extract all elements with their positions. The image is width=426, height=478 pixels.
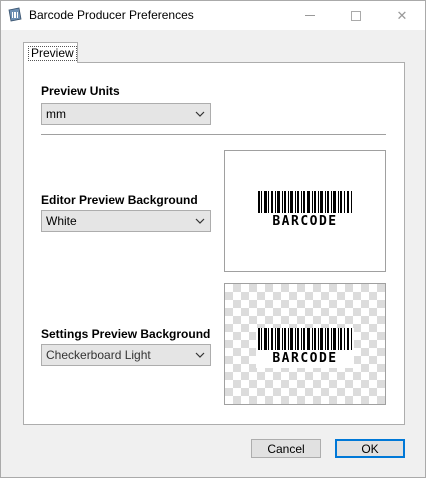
chevron-down-icon bbox=[195, 352, 205, 358]
editor-background-label: Editor Preview Background bbox=[41, 193, 198, 207]
window-title: Barcode Producer Preferences bbox=[29, 8, 194, 22]
cancel-button[interactable]: Cancel bbox=[251, 439, 321, 458]
settings-background-dropdown[interactable]: Checkerboard Light bbox=[41, 344, 211, 366]
settings-preview-box: BARCODE bbox=[224, 283, 386, 405]
separator bbox=[41, 134, 386, 135]
editor-background-value: White bbox=[46, 214, 77, 228]
settings-background-label: Settings Preview Background bbox=[41, 327, 211, 341]
barcode-app-icon bbox=[8, 7, 22, 22]
barcode-sample: BARCODE bbox=[256, 328, 354, 368]
minimize-button[interactable] bbox=[287, 1, 333, 30]
ok-button[interactable]: OK bbox=[335, 439, 405, 458]
editor-preview-box: BARCODE bbox=[224, 150, 386, 272]
settings-background-value: Checkerboard Light bbox=[46, 348, 151, 362]
chevron-down-icon bbox=[195, 111, 205, 117]
maximize-icon bbox=[351, 10, 361, 21]
barcode-sample-text: BARCODE bbox=[272, 351, 338, 366]
tab-preview-label: Preview bbox=[28, 46, 77, 61]
close-icon: ✕ bbox=[396, 7, 408, 23]
maximize-button[interactable] bbox=[333, 1, 379, 30]
barcode-sample-text: BARCODE bbox=[272, 214, 338, 229]
minimize-icon bbox=[305, 15, 315, 16]
preview-units-dropdown[interactable]: mm bbox=[41, 103, 211, 125]
close-button[interactable]: ✕ bbox=[379, 1, 425, 30]
chevron-down-icon bbox=[195, 218, 205, 224]
preferences-window: Barcode Producer Preferences ✕ Preview P… bbox=[0, 0, 426, 478]
barcode-bars-icon bbox=[258, 328, 352, 350]
preview-units-value: mm bbox=[46, 107, 66, 121]
preview-units-label: Preview Units bbox=[41, 84, 120, 98]
barcode-bars-icon bbox=[258, 191, 352, 213]
editor-background-dropdown[interactable]: White bbox=[41, 210, 211, 232]
tab-preview[interactable]: Preview bbox=[23, 42, 78, 63]
title-bar[interactable]: Barcode Producer Preferences ✕ bbox=[1, 1, 425, 30]
barcode-sample: BARCODE bbox=[256, 191, 354, 237]
